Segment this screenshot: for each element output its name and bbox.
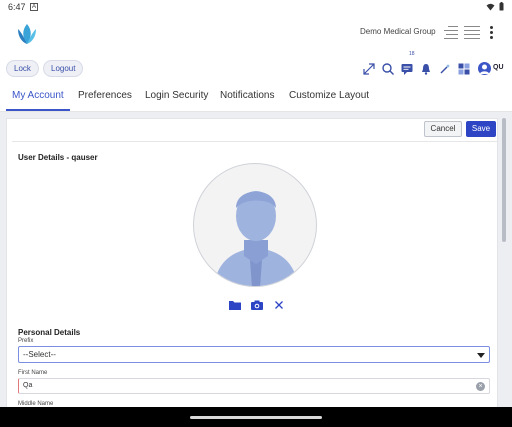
user-avatar[interactable] [478,62,491,75]
expand-icon[interactable] [362,62,376,76]
clear-icon[interactable]: × [476,382,485,391]
photo-actions [228,299,286,311]
first-name-label: First Name [18,370,48,376]
status-icons [486,2,504,11]
organization-name: Demo Medical Group [360,27,436,36]
app-logo-icon[interactable] [14,21,40,47]
tab-preferences[interactable]: Preferences [78,90,132,101]
search-icon[interactable] [381,62,395,76]
status-time: 6:47 [8,2,26,12]
app-header: Demo Medical Group [0,14,512,54]
tab-customize-layout[interactable]: Customize Layout [289,90,369,101]
tab-my-account[interactable]: My Account [12,90,64,101]
more-options-icon[interactable] [488,26,494,40]
user-silhouette-icon [480,64,489,74]
list-menu-icon[interactable] [444,26,458,39]
remove-photo-icon[interactable] [272,299,286,311]
first-name-field[interactable]: Qa × [18,378,490,394]
chevron-down-icon [477,353,485,358]
magic-wand-icon[interactable] [438,62,452,76]
notification-badge: 18 [409,51,415,57]
lock-button[interactable]: Lock [6,60,39,77]
cancel-button[interactable]: Cancel [424,121,462,137]
dashboard-icon[interactable] [457,62,471,76]
camera-icon[interactable] [250,299,264,311]
user-details-title: User Details - qauser [18,153,98,162]
divider [12,141,498,142]
home-gesture-handle[interactable] [190,416,322,419]
tab-notifications[interactable]: Notifications [220,90,274,101]
person-placeholder-icon [214,191,298,286]
vertical-scrollbar[interactable] [502,118,506,242]
active-tab-indicator [6,109,70,111]
save-button[interactable]: Save [466,121,496,137]
prefix-label: Prefix [18,338,34,344]
hamburger-menu-icon[interactable] [464,26,480,39]
wifi-icon [486,3,495,10]
status-bar: 6:47 A [0,0,512,14]
first-name-value: Qa [23,382,33,389]
prefix-select[interactable]: --Select-- [18,346,490,363]
profile-photo[interactable] [193,163,317,287]
notification-a-icon: A [30,3,38,11]
user-initials[interactable]: QU [493,64,504,71]
chat-icon[interactable] [400,62,414,76]
tab-login-security[interactable]: Login Security [145,90,208,101]
logout-button[interactable]: Logout [43,60,84,77]
toolbar: Lock Logout QU [0,56,512,84]
account-tabs: My Account Preferences Login Security No… [0,86,512,112]
system-navigation-bar [0,407,512,427]
battery-icon [499,2,504,11]
bell-icon[interactable] [419,62,433,76]
folder-icon[interactable] [228,299,242,311]
personal-details-title: Personal Details [18,328,81,337]
prefix-selected-value: --Select-- [23,350,56,359]
